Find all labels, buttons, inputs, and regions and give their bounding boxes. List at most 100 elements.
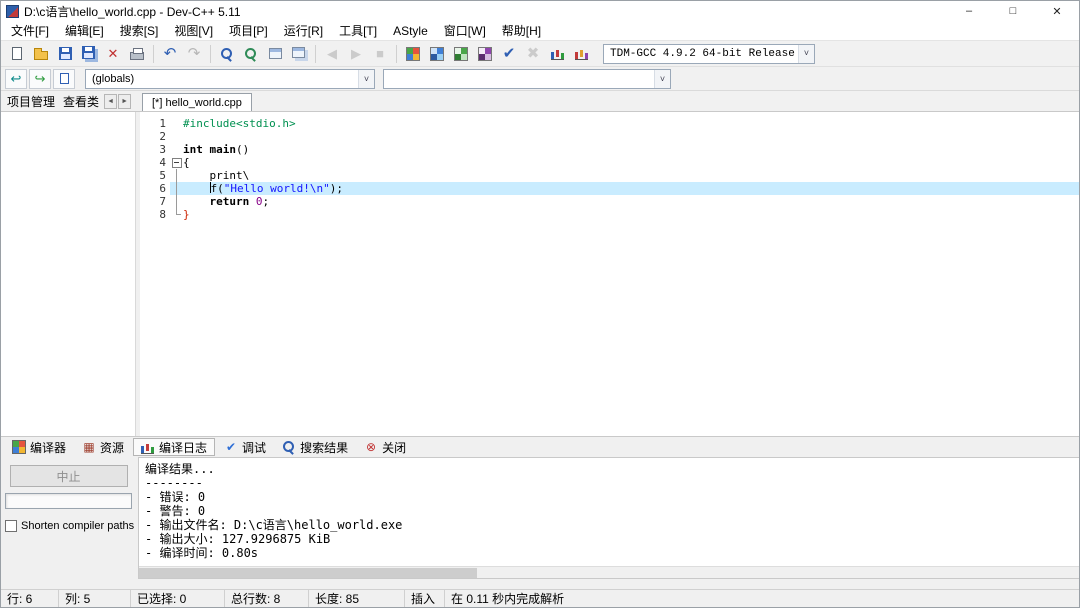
run-button[interactable] xyxy=(425,43,449,65)
status-segment: 已选择: 0 xyxy=(131,590,225,607)
code-text xyxy=(183,130,1079,143)
log-line: - 警告: 0 xyxy=(145,504,1073,518)
code-area[interactable]: 1#include<stdio.h>23int main()4{5 print\… xyxy=(140,117,1079,221)
compile-run-button[interactable] xyxy=(449,43,473,65)
rebuild-icon xyxy=(478,47,492,61)
scrollbar-thumb[interactable] xyxy=(139,568,477,578)
save-button[interactable] xyxy=(53,43,77,65)
goto-implementation-button[interactable]: ↪ xyxy=(29,69,51,89)
save-all-icon xyxy=(82,46,95,59)
compile-log[interactable]: 编译结果...--------- 错误: 0- 警告: 0- 输出文件名: D:… xyxy=(139,458,1079,566)
shorten-paths-checkbox[interactable] xyxy=(5,520,17,532)
tab-compile-log[interactable]: 编译日志 xyxy=(133,438,215,456)
tab-close-report[interactable]: ⊗关闭 xyxy=(357,438,413,456)
profile-clean-button[interactable] xyxy=(569,43,593,65)
compiler-select[interactable]: TDM-GCC 4.9.2 64-bit Release ˅ xyxy=(603,44,815,64)
menu-item[interactable]: 窗口[W] xyxy=(436,20,494,41)
members-select[interactable]: ˅ xyxy=(383,69,671,89)
tab-project-manager[interactable]: 项目管理 xyxy=(3,91,59,112)
find-button[interactable] xyxy=(215,43,239,65)
shorten-paths-option[interactable]: Shorten compiler paths xyxy=(5,520,132,532)
code-line[interactable]: 5 print\ xyxy=(140,169,1079,182)
log-line: - 编译时间: 0.80s xyxy=(145,546,1073,560)
scroll-left-button[interactable]: ◄ xyxy=(104,94,117,109)
print-button[interactable] xyxy=(125,43,149,65)
menu-item[interactable]: 工具[T] xyxy=(331,20,385,41)
goto-declaration-button[interactable]: ↩ xyxy=(5,69,27,89)
undo-button[interactable]: ↶ xyxy=(158,43,182,65)
code-text: { xyxy=(183,156,1079,169)
debug-button[interactable]: ✔ xyxy=(497,43,521,65)
code-line[interactable]: 7 return 0; xyxy=(140,195,1079,208)
redo-button[interactable]: ↷ xyxy=(182,43,206,65)
log-line: -------- xyxy=(145,476,1073,490)
code-line[interactable]: 8} xyxy=(140,208,1079,221)
new-file-button[interactable] xyxy=(5,43,29,65)
compiler-select-value: TDM-GCC 4.9.2 64-bit Release xyxy=(604,48,798,60)
code-line[interactable]: 4{ xyxy=(140,156,1079,169)
fold-marker-icon xyxy=(170,169,183,182)
tab-search-results[interactable]: 搜索结果 xyxy=(275,438,355,456)
fullscreen-button[interactable] xyxy=(263,43,287,65)
tab-view-classes[interactable]: 查看类 xyxy=(59,91,103,112)
goto-line-button[interactable] xyxy=(53,69,75,89)
log-horizontal-scrollbar[interactable] xyxy=(139,566,1079,578)
menu-bar: 文件[F]编辑[E]搜索[S]视图[V]项目[P]运行[R]工具[T]AStyl… xyxy=(1,21,1079,40)
code-text: #include<stdio.h> xyxy=(183,117,1079,130)
fold-marker-icon[interactable] xyxy=(170,156,183,169)
code-line[interactable]: 2 xyxy=(140,130,1079,143)
replace-button[interactable] xyxy=(239,43,263,65)
status-segment: 列: 5 xyxy=(59,590,131,607)
line-number: 5 xyxy=(140,169,170,182)
search-results-icon xyxy=(282,440,296,454)
code-line[interactable]: 3int main() xyxy=(140,143,1079,156)
menu-item[interactable]: 帮助[H] xyxy=(494,20,549,41)
log-line: 编译结果... xyxy=(145,462,1073,476)
tab-hello-world-cpp[interactable]: [*] hello_world.cpp xyxy=(142,93,252,111)
menu-item[interactable]: 项目[P] xyxy=(221,20,276,41)
fold-marker-icon xyxy=(170,130,183,143)
goto-button[interactable]: ■ xyxy=(368,43,392,65)
toggle-panels-button[interactable] xyxy=(287,43,311,65)
window-title: D:\c语言\hello_world.cpp - Dev-C++ 5.11 xyxy=(24,3,241,20)
code-editor[interactable]: 1#include<stdio.h>23int main()4{5 print\… xyxy=(140,112,1079,436)
profile-button[interactable] xyxy=(545,43,569,65)
chevron-down-icon[interactable]: ˅ xyxy=(798,45,814,63)
left-panel-tabs: 项目管理 查看类 ◄ ► xyxy=(1,91,138,111)
close-file-button[interactable]: ✕ xyxy=(101,43,125,65)
tab-label: 编译日志 xyxy=(159,439,207,456)
menu-item[interactable]: 运行[R] xyxy=(276,20,331,41)
tab-debug[interactable]: ✔调试 xyxy=(217,438,273,456)
stop-execution-icon: ✖ xyxy=(527,46,540,61)
code-line[interactable]: 6 f("Hello world!\n"); xyxy=(140,182,1079,195)
menu-item[interactable]: 文件[F] xyxy=(3,20,57,41)
find-icon xyxy=(220,47,234,61)
save-all-button[interactable] xyxy=(77,43,101,65)
globals-select[interactable]: (globals) ˅ xyxy=(85,69,375,89)
scroll-right-button[interactable]: ► xyxy=(118,94,131,109)
close-button[interactable]: ✕ xyxy=(1035,1,1079,21)
abort-button[interactable]: 中止 xyxy=(10,465,128,487)
rebuild-button[interactable] xyxy=(473,43,497,65)
code-line[interactable]: 1#include<stdio.h> xyxy=(140,117,1079,130)
nav-back-button[interactable]: ◀ xyxy=(320,43,344,65)
tab-compiler[interactable]: 编译器 xyxy=(5,438,73,456)
tab-resources[interactable]: ▦资源 xyxy=(75,438,131,456)
menu-item[interactable]: AStyle xyxy=(385,22,436,40)
toolbar-separator xyxy=(153,45,154,63)
replace-icon xyxy=(244,47,258,61)
nav-forward-button[interactable]: ▶ xyxy=(344,43,368,65)
toolbar-separator xyxy=(210,45,211,63)
minimize-button[interactable]: – xyxy=(947,1,991,21)
menu-item[interactable]: 编辑[E] xyxy=(57,20,112,41)
menu-item[interactable]: 视图[V] xyxy=(166,20,221,41)
compile-button[interactable] xyxy=(401,43,425,65)
nav-forward-icon: ▶ xyxy=(351,47,361,60)
chevron-down-icon[interactable]: ˅ xyxy=(654,70,670,88)
project-manager-panel[interactable] xyxy=(1,112,136,436)
menu-item[interactable]: 搜索[S] xyxy=(112,20,167,41)
open-button[interactable] xyxy=(29,43,53,65)
maximize-button[interactable]: □ xyxy=(991,1,1035,21)
stop-execution-button[interactable]: ✖ xyxy=(521,43,545,65)
chevron-down-icon[interactable]: ˅ xyxy=(358,70,374,88)
